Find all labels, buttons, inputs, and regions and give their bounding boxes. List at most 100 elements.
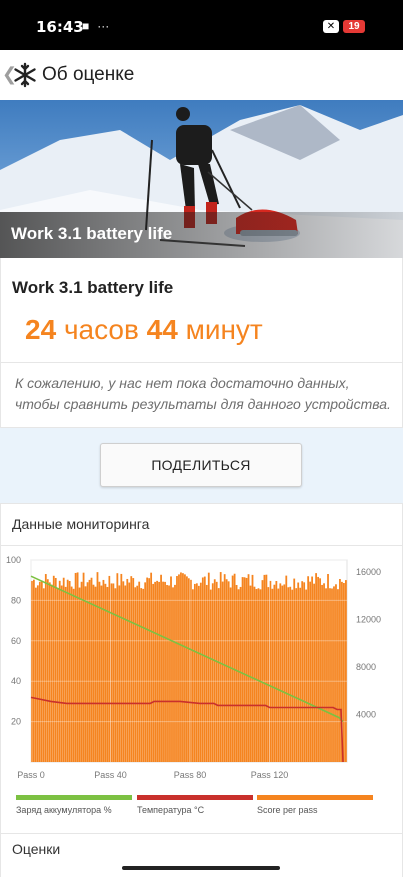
score-bar (64, 586, 67, 762)
score-bar (116, 573, 119, 762)
score-bar (209, 589, 212, 762)
score-bar (249, 585, 252, 762)
score-bar (50, 584, 53, 762)
score-bar (345, 580, 347, 762)
score-bar (172, 587, 174, 762)
score-bar (128, 582, 131, 762)
score-bar (227, 581, 230, 762)
score-bar (122, 581, 125, 762)
score-bar (275, 581, 278, 762)
score-bar (178, 574, 180, 762)
status-right: ✕ 19 (323, 20, 365, 33)
score-bar (207, 572, 210, 762)
score-bar (86, 582, 89, 762)
divider (1, 362, 403, 363)
score-bar (229, 587, 232, 762)
monitoring-title: Данные мониторинга (12, 516, 150, 532)
score-bar (134, 587, 137, 762)
score-bar (335, 584, 337, 762)
score-bar (124, 585, 127, 762)
score-bar (233, 573, 236, 762)
score-bar (237, 589, 240, 762)
score-bar (160, 574, 162, 762)
sim-card-icon: ■ (82, 19, 90, 33)
score-bar (313, 583, 316, 762)
x-axis-tick-label: Pass 0 (17, 770, 45, 780)
score-bar (239, 586, 242, 762)
score-bar (44, 574, 47, 762)
share-area: ПОДЕЛИТЬСЯ (0, 428, 403, 503)
score-bar (142, 588, 145, 762)
left-axis-tick-label: 40 (11, 676, 21, 686)
score-bar (265, 574, 268, 762)
score-bar (287, 587, 290, 762)
score-bar (205, 584, 208, 762)
score-bar (144, 582, 147, 762)
battery-icon: 19 (343, 20, 365, 33)
right-axis-tick-label: 12000 (356, 614, 381, 624)
score-bar (32, 579, 35, 762)
score-bar (112, 583, 115, 762)
score-bar (213, 579, 216, 762)
score-bar (166, 584, 168, 762)
ratings-title: Оценки (12, 841, 61, 857)
score-bar (52, 575, 55, 762)
monitoring-chart: 100 80 60 40 20 16000 12000 8000 4000 Pass 0 Pass … (6, 555, 381, 815)
no-data-note: К сожалению, у нас нет пока достаточно д… (15, 375, 391, 412)
right-axis-tick-label: 8000 (356, 662, 376, 672)
gesture-nav-handle[interactable] (122, 866, 280, 870)
score-bar (42, 588, 45, 762)
left-axis-tick-label: 100 (6, 555, 21, 565)
score-bar (301, 581, 304, 762)
score-bar (176, 576, 178, 762)
score-bar (253, 586, 256, 762)
score-bar (333, 586, 335, 762)
score-bar (289, 586, 292, 762)
score-bar (195, 583, 198, 762)
score-bar (343, 582, 345, 762)
score-bar (259, 589, 262, 762)
score-bar (56, 588, 59, 762)
score-bar (88, 579, 91, 762)
score-bar (191, 589, 194, 762)
score-bar (102, 579, 105, 762)
score-bar (241, 577, 244, 762)
result-card: Work 3.1 battery life 24 часов 44 минут … (0, 258, 403, 428)
score-bar (311, 576, 314, 762)
score-bar (152, 583, 155, 762)
score-bar (271, 588, 274, 762)
score-bar (132, 578, 135, 762)
share-button[interactable]: ПОДЕЛИТЬСЯ (100, 443, 302, 487)
score-bar (193, 583, 196, 762)
notification-icons: ■ ··· (82, 19, 109, 33)
score-bar (156, 580, 158, 762)
right-axis-tick-label: 4000 (356, 709, 376, 719)
score-bar (168, 585, 170, 762)
score-bar (62, 577, 65, 762)
battery-life-result: 24 часов 44 минут (25, 314, 263, 346)
ratings-card: Оценки (0, 833, 403, 877)
score-bar (184, 574, 186, 762)
legend-label: Score per pass (257, 805, 318, 815)
monitoring-card: Данные мониторинга 100 80 60 40 20 16000 12000… (0, 503, 403, 833)
x-axis-tick-label: Pass 40 (94, 770, 127, 780)
score-bar (251, 574, 254, 762)
score-bar (339, 579, 341, 762)
no-sim-icon: ✕ (323, 20, 339, 33)
legend-swatch (257, 795, 373, 800)
snowflake-icon[interactable] (12, 62, 38, 88)
score-bar (279, 583, 282, 762)
score-bar (98, 581, 101, 762)
score-bar (100, 585, 103, 762)
score-bar (34, 587, 37, 762)
hours-value: 24 (25, 314, 57, 345)
x-axis-tick-label: Pass 120 (251, 770, 289, 780)
score-bar (321, 584, 323, 762)
score-bar (140, 588, 143, 762)
score-bar (243, 577, 246, 762)
score-bar (235, 584, 238, 762)
test-name: Work 3.1 battery life (12, 278, 174, 297)
status-time: 16:43 (36, 18, 84, 36)
score-bar (72, 588, 75, 762)
score-bar (323, 583, 325, 762)
